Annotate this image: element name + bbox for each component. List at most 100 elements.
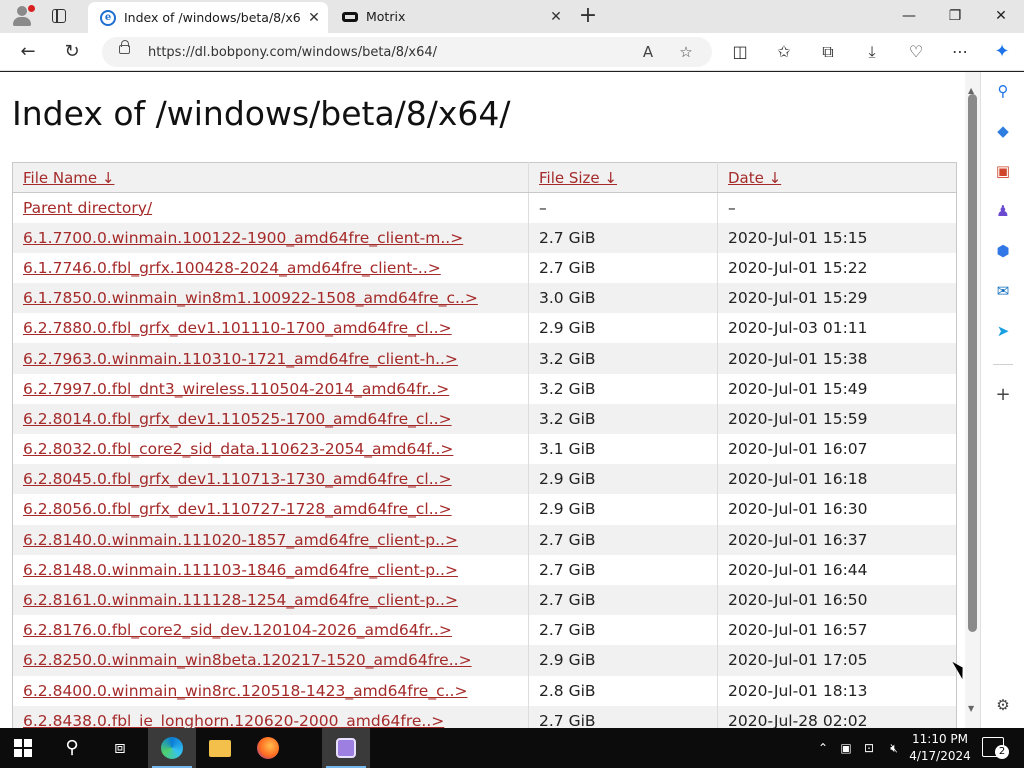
file-link[interactable]: 6.2.8140.0.winmain.111020-1857_amd64fre_… (23, 531, 458, 549)
split-screen-icon[interactable]: ◫ (726, 38, 754, 66)
shopping-tag-icon[interactable]: ◆ (992, 120, 1014, 142)
lock-icon[interactable] (119, 40, 130, 54)
close-tab-icon[interactable]: ✕ (300, 10, 328, 26)
refresh-icon[interactable]: ↻ (58, 38, 86, 66)
file-explorer-icon[interactable] (196, 728, 244, 768)
network-icon[interactable]: ⊡ (860, 728, 878, 768)
tab-index-of[interactable]: e Index of /windows/beta/8/x64/ ✕ (88, 2, 328, 33)
new-tab-button[interactable]: + (574, 3, 602, 31)
file-date-cell: – (717, 192, 957, 223)
motrix-icon (342, 11, 358, 22)
add-icon[interactable]: + (992, 384, 1014, 406)
search-icon[interactable]: ⚲ (992, 80, 1014, 102)
file-link[interactable]: 6.1.7700.0.winmain.100122-1900_amd64fre_… (23, 229, 463, 247)
search-taskbar-icon[interactable]: ⚲ (48, 728, 96, 768)
file-link[interactable]: 6.2.8400.0.winmain_win8rc.120518-1423_am… (23, 682, 467, 700)
notification-count-badge: 2 (995, 745, 1009, 759)
tab-actions-icon[interactable] (48, 6, 70, 26)
file-name-cell: 6.2.7997.0.fbl_dnt3_wireless.110504-2014… (13, 374, 529, 404)
table-row: 6.2.8176.0.fbl_core2_sid_dev.120104-2026… (13, 615, 957, 646)
file-size-cell: 2.9 GiB (528, 645, 718, 676)
url-input[interactable] (148, 42, 618, 62)
table-row: 6.2.8250.0.winmain_win8beta.120217-1520_… (12, 645, 957, 676)
file-date-cell: 2020-Jul-01 18:13 (717, 675, 957, 706)
clock-date: 4/17/2024 (909, 749, 971, 763)
file-link[interactable]: 6.2.8014.0.fbl_grfx_dev1.110525-1700_amd… (23, 410, 452, 428)
file-name-cell: 6.2.8438.0.fbl_ie_longhorn.120620-2000_a… (12, 705, 529, 728)
column-header-size[interactable]: File Size ↓ (528, 162, 718, 193)
close-window-button[interactable]: ✕ (978, 0, 1024, 33)
clock[interactable]: 11:10 PM 4/17/2024 (908, 731, 972, 765)
file-name-cell: 6.2.7963.0.winmain.110310-1721_amd64fre_… (12, 343, 529, 374)
column-header-date[interactable]: Date ↓ (717, 162, 957, 193)
minimize-button[interactable]: — (886, 0, 932, 33)
edge-taskbar-icon[interactable] (148, 728, 196, 768)
downloads-icon[interactable]: ⤓ (858, 38, 886, 66)
file-link[interactable]: 6.2.8250.0.winmain_win8beta.120217-1520_… (23, 651, 472, 669)
vertical-scrollbar[interactable]: ▲ ▼ (965, 72, 980, 728)
file-link[interactable]: 6.1.7746.0.fbl_grfx.100428-2024_amd64fre… (23, 259, 441, 277)
table-row: 6.1.7746.0.fbl_grfx.100428-2024_amd64fre… (13, 252, 957, 284)
file-date-cell: 2020-Jul-28 02:02 (717, 705, 957, 728)
file-name-cell: 6.2.7880.0.fbl_grfx_dev1.101110-1700_amd… (13, 313, 529, 343)
file-date-cell: 2020-Jul-03 01:11 (717, 313, 957, 344)
tray-device-icon[interactable]: ▣ (838, 728, 854, 768)
address-bar[interactable]: A ☆ (102, 37, 712, 67)
notifications-icon[interactable]: 2 (982, 737, 1009, 759)
file-link[interactable]: 6.2.7963.0.winmain.110310-1721_amd64fre_… (23, 350, 458, 368)
file-link[interactable]: 6.2.8148.0.winmain.111103-1846_amd64fre_… (23, 561, 458, 579)
favorite-star-icon[interactable]: ☆ (674, 40, 698, 64)
file-date-cell: 2020-Jul-01 16:57 (717, 615, 957, 646)
file-link[interactable]: 6.2.8176.0.fbl_core2_sid_dev.120104-2026… (23, 621, 452, 639)
back-arrow-icon[interactable]: ← (14, 38, 42, 66)
copilot-icon[interactable]: ✦ (988, 38, 1016, 66)
volume-muted-icon[interactable]: 🔇︎ (884, 728, 904, 768)
microsoft-365-icon[interactable]: ⬢ (992, 240, 1014, 262)
file-name-cell: 6.2.8400.0.winmain_win8rc.120518-1423_am… (13, 676, 529, 706)
profile-avatar-icon[interactable] (10, 5, 35, 27)
tools-icon[interactable]: ▣ (992, 160, 1014, 182)
table-row: 6.2.8438.0.fbl_ie_longhorn.120620-2000_a… (12, 705, 957, 728)
start-windows-icon[interactable] (14, 739, 32, 757)
edge-sidebar: ⚲ ◆ ▣ ♟ ⬢ ✉ ➤ + ⚙ (980, 72, 1024, 728)
file-link[interactable]: 6.2.7880.0.fbl_grfx_dev1.101110-1700_amd… (23, 319, 452, 337)
file-link[interactable]: 6.2.8056.0.fbl_grfx_dev1.110727-1728_amd… (23, 500, 452, 518)
favorites-icon[interactable]: ✩ (770, 38, 798, 66)
table-row: 6.1.7850.0.winmain_win8m1.100922-1508_am… (12, 283, 957, 314)
column-header-name[interactable]: File Name ↓ (12, 162, 529, 193)
file-date-cell: 2020-Jul-01 16:18 (717, 464, 957, 495)
firefox-icon[interactable] (244, 728, 292, 768)
performance-icon[interactable]: ♡ (902, 38, 930, 66)
scrollbar-thumb[interactable] (968, 94, 977, 632)
settings-gear-icon[interactable]: ⚙ (992, 694, 1014, 716)
sort-date-link[interactable]: Date ↓ (728, 169, 781, 187)
collections-icon[interactable]: ⧉ (814, 38, 842, 66)
more-menu-icon[interactable]: ⋯ (946, 38, 974, 66)
restore-button[interactable]: ❐ (932, 0, 978, 33)
file-link[interactable]: 6.2.8438.0.fbl_ie_longhorn.120620-2000_a… (23, 712, 444, 728)
games-icon[interactable]: ♟ (992, 200, 1014, 222)
file-size-cell: 3.1 GiB (528, 434, 718, 465)
table-row: 6.2.8014.0.fbl_grfx_dev1.110525-1700_amd… (12, 403, 957, 434)
file-name-cell: 6.2.8161.0.winmain.111128-1254_amd64fre_… (12, 584, 529, 616)
outlook-icon[interactable]: ✉ (992, 280, 1014, 302)
file-name-cell: 6.2.8045.0.fbl_grfx_dev1.110713-1730_amd… (12, 464, 529, 495)
file-link[interactable]: 6.2.8161.0.winmain.111128-1254_amd64fre_… (23, 591, 458, 609)
sort-name-link[interactable]: File Name ↓ (23, 169, 114, 187)
file-link[interactable]: 6.1.7850.0.winmain_win8m1.100922-1508_am… (23, 289, 478, 307)
close-tab-icon[interactable]: ✕ (542, 9, 570, 25)
file-link[interactable]: 6.2.7997.0.fbl_dnt3_wireless.110504-2014… (23, 380, 449, 398)
table-row: 6.2.8148.0.winmain.111103-1846_amd64fre_… (13, 554, 957, 585)
tab-motrix[interactable]: Motrix ✕ (330, 0, 570, 33)
motrix-taskbar-icon[interactable] (322, 728, 370, 768)
scroll-down-arrow-icon[interactable]: ▼ (968, 704, 974, 713)
task-view-icon[interactable]: ⧈ (96, 728, 144, 768)
parent-directory-link[interactable]: Parent directory/ (23, 199, 152, 217)
drop-icon[interactable]: ➤ (992, 320, 1014, 342)
read-aloud-icon[interactable]: A (636, 40, 660, 64)
file-link[interactable]: 6.2.8045.0.fbl_grfx_dev1.110713-1730_amd… (23, 470, 452, 488)
file-size-cell: – (528, 192, 718, 223)
file-link[interactable]: 6.2.8032.0.fbl_core2_sid_data.110623-205… (23, 440, 453, 458)
tray-chevron-up-icon[interactable]: ⌃ (814, 728, 832, 768)
sort-size-link[interactable]: File Size ↓ (539, 169, 617, 187)
